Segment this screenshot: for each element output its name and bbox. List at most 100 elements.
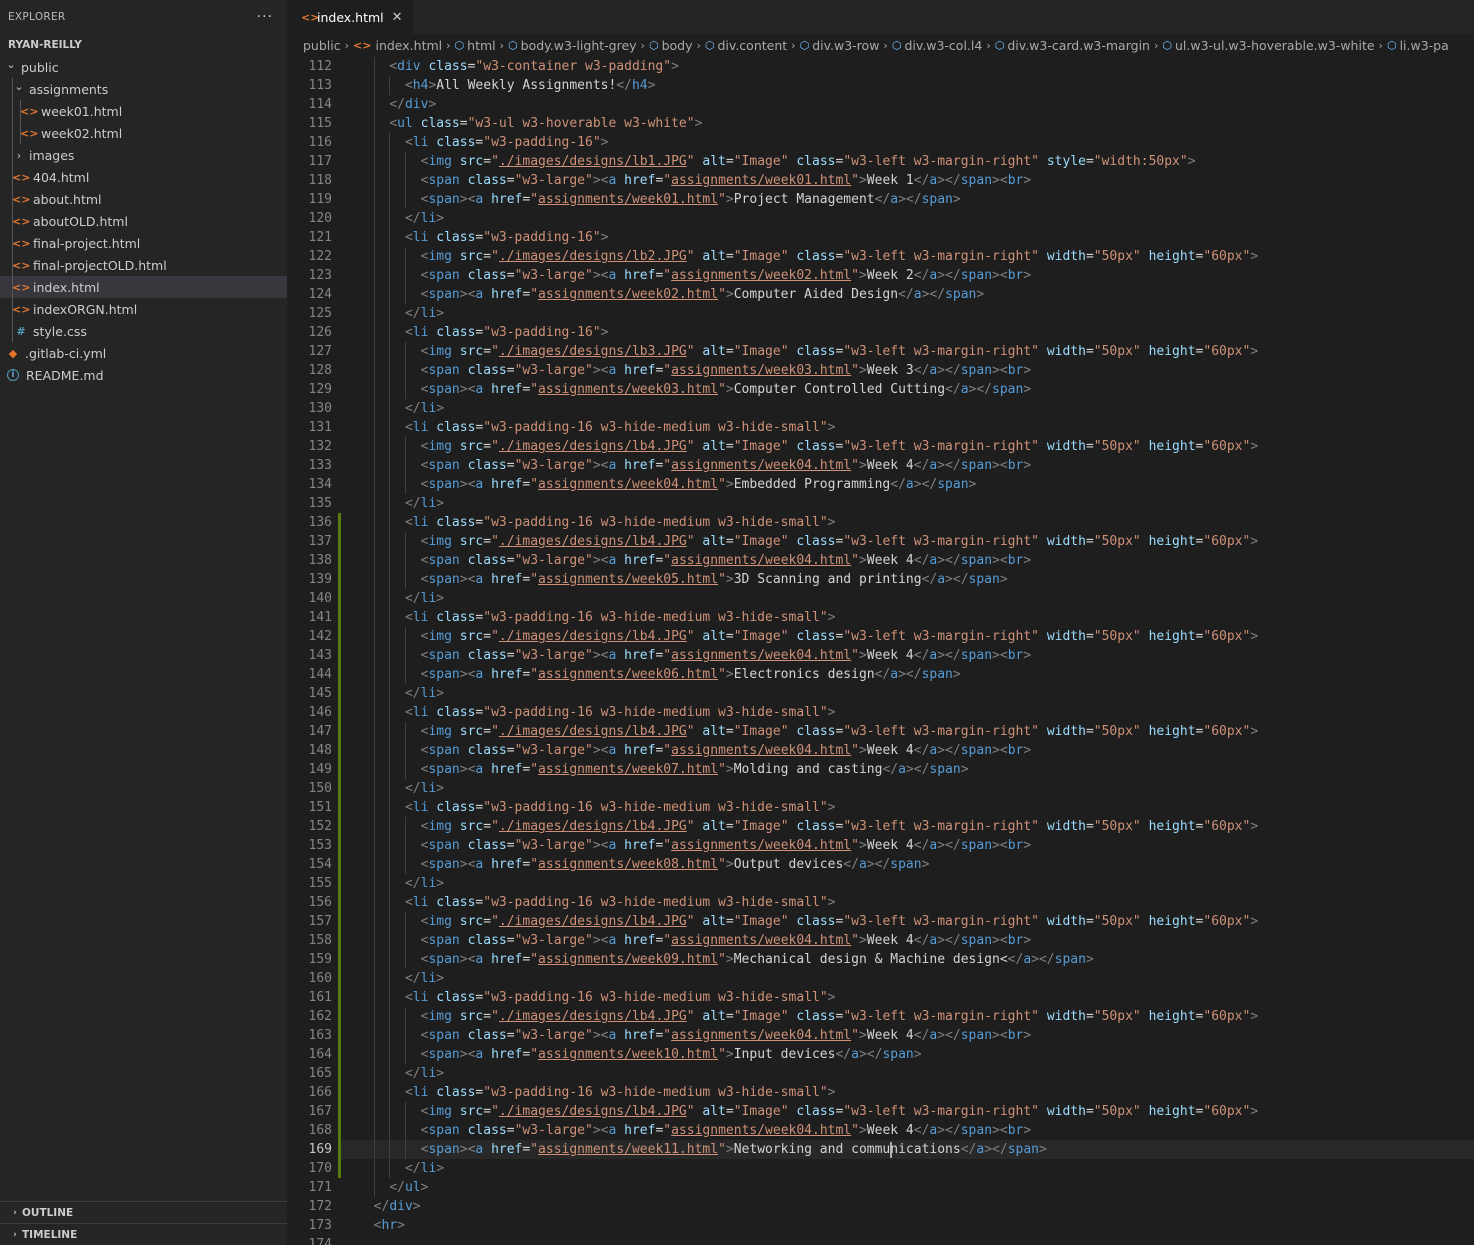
indent-guide [389,570,391,589]
code-line[interactable]: 112 <div class="w3-container w3-padding"… [287,57,1474,76]
folder-item[interactable]: ⌄ assignments [0,78,287,100]
breadcrumb-item[interactable]: ⬡ body [649,38,693,53]
code-line[interactable]: 163 <span class="w3-large"><a href="assi… [287,1026,1474,1045]
breadcrumb-item[interactable]: public [303,38,341,53]
folder-item[interactable]: › images [0,144,287,166]
code-line[interactable]: 130 </li> [287,399,1474,418]
code-line[interactable]: 133 <span class="w3-large"><a href="assi… [287,456,1474,475]
code-line[interactable]: 169 <span><a href="assignments/week11.ht… [287,1140,1474,1159]
file-item[interactable]: ◆ .gitlab-ci.yml [0,342,287,364]
breadcrumb-item[interactable]: ⬡ ul.w3-ul.w3-hoverable.w3-white [1162,38,1374,53]
code-line[interactable]: 146 <li class="w3-padding-16 w3-hide-med… [287,703,1474,722]
breadcrumb-item[interactable]: ⬡ div.w3-card.w3-margin [995,38,1150,53]
file-item[interactable]: <> 404.html [0,166,287,188]
file-item[interactable]: <> about.html [0,188,287,210]
file-item[interactable]: <> index.html [0,276,287,298]
code-line[interactable]: 125 </li> [287,304,1474,323]
code-line[interactable]: 159 <span><a href="assignments/week09.ht… [287,950,1474,969]
code-line[interactable]: 113 <h4>All Weekly Assignments!</h4> [287,76,1474,95]
tab-index-html[interactable]: <> index.html ✕ [287,0,414,34]
file-item[interactable]: i README.md [0,364,287,386]
code-line[interactable]: 166 <li class="w3-padding-16 w3-hide-med… [287,1083,1474,1102]
breadcrumb-label: li.w3-pa [1399,37,1449,53]
tree-item-label: aboutOLD.html [33,213,128,229]
code-line[interactable]: 122 <img src="./images/designs/lb2.JPG" … [287,247,1474,266]
file-item[interactable]: <> final-project.html [0,232,287,254]
code-line[interactable]: 153 <span class="w3-large"><a href="assi… [287,836,1474,855]
code-line[interactable]: 132 <img src="./images/designs/lb4.JPG" … [287,437,1474,456]
code-line[interactable]: 127 <img src="./images/designs/lb3.JPG" … [287,342,1474,361]
breadcrumb-item[interactable]: ⬡ li.w3-pa [1387,38,1449,53]
code-line[interactable]: 158 <span class="w3-large"><a href="assi… [287,931,1474,950]
code-line[interactable]: 138 <span class="w3-large"><a href="assi… [287,551,1474,570]
code-line[interactable]: 171 </ul> [287,1178,1474,1197]
code-line[interactable]: 143 <span class="w3-large"><a href="assi… [287,646,1474,665]
code-line[interactable]: 170 </li> [287,1159,1474,1178]
code-line[interactable]: 152 <img src="./images/designs/lb4.JPG" … [287,817,1474,836]
code-line[interactable]: 144 <span><a href="assignments/week06.ht… [287,665,1474,684]
code-line[interactable]: 142 <img src="./images/designs/lb4.JPG" … [287,627,1474,646]
breadcrumb-item[interactable]: ⬡ div.w3-row [800,38,880,53]
code-line[interactable]: 155 </li> [287,874,1474,893]
code-line[interactable]: 118 <span class="w3-large"><a href="assi… [287,171,1474,190]
code-line[interactable]: 160 </li> [287,969,1474,988]
code-line[interactable]: 167 <img src="./images/designs/lb4.JPG" … [287,1102,1474,1121]
code-line[interactable]: 115 <ul class="w3-ul w3-hoverable w3-whi… [287,114,1474,133]
file-item[interactable]: <> aboutOLD.html [0,210,287,232]
file-item[interactable]: <> indexORGN.html [0,298,287,320]
code-line[interactable]: 126 <li class="w3-padding-16"> [287,323,1474,342]
code-area[interactable]: 112 <div class="w3-container w3-padding"… [287,57,1474,1245]
code-line[interactable]: 117 <img src="./images/designs/lb1.JPG" … [287,152,1474,171]
code-line[interactable]: 121 <li class="w3-padding-16"> [287,228,1474,247]
code-line[interactable]: 140 </li> [287,589,1474,608]
file-item[interactable]: <> week01.html [0,100,287,122]
folder-item[interactable]: ⌄ public [0,56,287,78]
breadcrumb-item[interactable]: ⬡ body.w3-light-grey [508,38,637,53]
code-line[interactable]: 124 <span><a href="assignments/week02.ht… [287,285,1474,304]
code-line[interactable]: 123 <span class="w3-large"><a href="assi… [287,266,1474,285]
code-line[interactable]: 156 <li class="w3-padding-16 w3-hide-med… [287,893,1474,912]
outline-section[interactable]: › OUTLINE [0,1201,287,1223]
code-line[interactable]: 116 <li class="w3-padding-16"> [287,133,1474,152]
code-line[interactable]: 149 <span><a href="assignments/week07.ht… [287,760,1474,779]
code-line[interactable]: 141 <li class="w3-padding-16 w3-hide-med… [287,608,1474,627]
code-line[interactable]: 129 <span><a href="assignments/week03.ht… [287,380,1474,399]
code-line[interactable]: 164 <span><a href="assignments/week10.ht… [287,1045,1474,1064]
code-line[interactable]: 131 <li class="w3-padding-16 w3-hide-med… [287,418,1474,437]
more-actions-icon[interactable]: ··· [257,9,273,25]
code-line[interactable]: 174 [287,1235,1474,1245]
code-line[interactable]: 145 </li> [287,684,1474,703]
code-line[interactable]: 147 <img src="./images/designs/lb4.JPG" … [287,722,1474,741]
code-line[interactable]: 151 <li class="w3-padding-16 w3-hide-med… [287,798,1474,817]
code-line[interactable]: 119 <span><a href="assignments/week01.ht… [287,190,1474,209]
code-line[interactable]: 161 <li class="w3-padding-16 w3-hide-med… [287,988,1474,1007]
workspace-root[interactable]: RYAN-REILLY [0,34,287,56]
code-line[interactable]: 172 </div> [287,1197,1474,1216]
code-line[interactable]: 148 <span class="w3-large"><a href="assi… [287,741,1474,760]
file-item[interactable]: <> final-projectOLD.html [0,254,287,276]
code-line[interactable]: 173 <hr> [287,1216,1474,1235]
code-text: <img src="./images/designs/lb4.JPG" alt=… [341,912,1474,931]
timeline-section[interactable]: › TIMELINE [0,1223,287,1245]
breadcrumb-item[interactable]: ⬡ html [455,38,496,53]
code-line[interactable]: 137 <img src="./images/designs/lb4.JPG" … [287,532,1474,551]
code-line[interactable]: 139 <span><a href="assignments/week05.ht… [287,570,1474,589]
code-line[interactable]: 134 <span><a href="assignments/week04.ht… [287,475,1474,494]
code-line[interactable]: 168 <span class="w3-large"><a href="assi… [287,1121,1474,1140]
code-line[interactable]: 135 </li> [287,494,1474,513]
code-line[interactable]: 128 <span class="w3-large"><a href="assi… [287,361,1474,380]
code-line[interactable]: 157 <img src="./images/designs/lb4.JPG" … [287,912,1474,931]
breadcrumb-item[interactable]: ⬡ div.content [705,38,787,53]
file-item[interactable]: # style.css [0,320,287,342]
code-line[interactable]: 120 </li> [287,209,1474,228]
code-line[interactable]: 162 <img src="./images/designs/lb4.JPG" … [287,1007,1474,1026]
code-line[interactable]: 150 </li> [287,779,1474,798]
file-item[interactable]: <> week02.html [0,122,287,144]
breadcrumb-item[interactable]: ⬡ div.w3-col.l4 [892,38,983,53]
code-line[interactable]: 165 </li> [287,1064,1474,1083]
code-line[interactable]: 136 <li class="w3-padding-16 w3-hide-med… [287,513,1474,532]
close-icon[interactable]: ✕ [392,10,403,25]
code-line[interactable]: 154 <span><a href="assignments/week08.ht… [287,855,1474,874]
breadcrumb-item[interactable]: <> index.html [353,38,442,53]
code-line[interactable]: 114 </div> [287,95,1474,114]
